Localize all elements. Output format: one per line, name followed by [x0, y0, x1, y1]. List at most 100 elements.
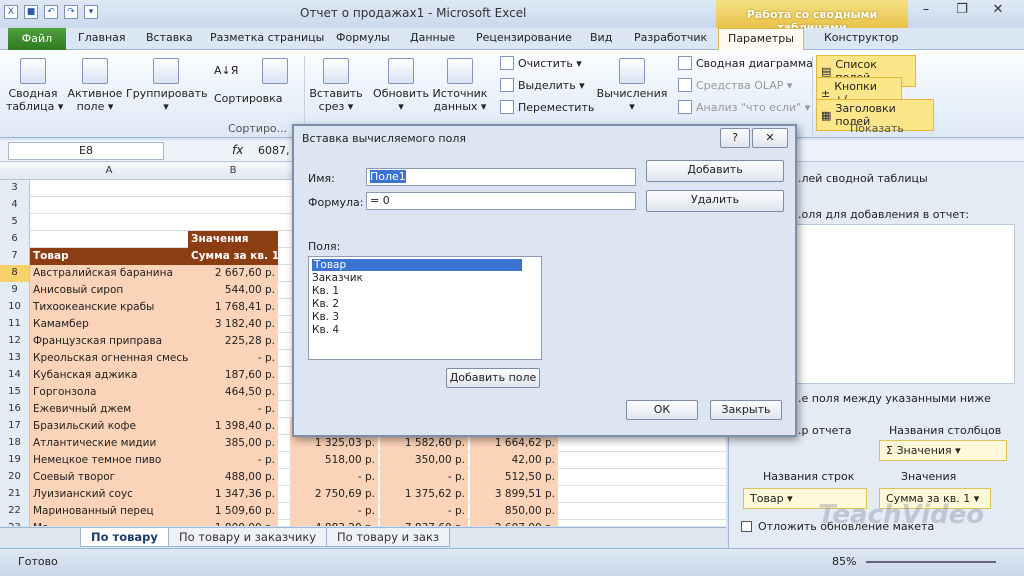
- select-button[interactable]: Выделить ▾: [500, 78, 585, 92]
- cell-value[interactable]: 1 664,62 р.: [470, 435, 558, 452]
- formula-input[interactable]: 6087,: [258, 144, 290, 157]
- name-combobox[interactable]: Поле1: [366, 168, 636, 186]
- cell-value[interactable]: 3 899,51 р.: [470, 486, 558, 503]
- cell-value[interactable]: 42,00 р.: [470, 452, 558, 469]
- field-list-box[interactable]: [789, 224, 1015, 384]
- cell-value[interactable]: - р.: [380, 469, 468, 486]
- zoom-level[interactable]: 85%: [832, 555, 856, 568]
- cell-value[interactable]: 518,00 р.: [290, 452, 378, 469]
- cell-q1-sum[interactable]: 3 182,40 р.: [188, 316, 278, 333]
- clear-button[interactable]: Очистить ▾: [500, 56, 582, 70]
- cell-product[interactable]: Соевый творог: [30, 469, 188, 486]
- tab-design[interactable]: Конструктор: [824, 31, 898, 44]
- tab-home[interactable]: Главная: [78, 31, 126, 44]
- row-number[interactable]: 13: [0, 350, 30, 367]
- cell-q1-sum[interactable]: 1 768,41 р.: [188, 299, 278, 316]
- delete-button[interactable]: Удалить: [646, 190, 784, 212]
- tab-review[interactable]: Рецензирование: [476, 31, 572, 44]
- tab-insert[interactable]: Вставка: [146, 31, 193, 44]
- row-number[interactable]: 7: [0, 248, 30, 265]
- cell-q1-sum[interactable]: Сумма за кв. 1: [188, 248, 278, 265]
- tab-formulas[interactable]: Формулы: [336, 31, 390, 44]
- cell-product[interactable]: [30, 231, 188, 248]
- add-field-button[interactable]: Добавить поле: [446, 368, 540, 388]
- cell-product[interactable]: Горгонзола: [30, 384, 188, 401]
- redo-icon[interactable]: ↷: [64, 5, 78, 19]
- cell-value[interactable]: 1 325,03 р.: [290, 435, 378, 452]
- row-number[interactable]: 16: [0, 401, 30, 418]
- list-item[interactable]: Кв. 3: [312, 311, 339, 323]
- cell-q1-sum[interactable]: 225,28 р.: [188, 333, 278, 350]
- cell-value[interactable]: 350,00 р.: [380, 452, 468, 469]
- cell-q1-sum[interactable]: 2 667,60 р.: [188, 265, 278, 282]
- list-item[interactable]: Заказчик: [312, 272, 363, 284]
- insert-slicer-button[interactable]: Вставить срез ▾: [306, 58, 366, 113]
- cell-product[interactable]: Мо...: [30, 520, 188, 526]
- tab-file[interactable]: Файл: [8, 28, 66, 50]
- pivot-chart-button[interactable]: Сводная диаграмма: [678, 56, 813, 70]
- add-button[interactable]: Добавить: [646, 160, 784, 182]
- cell-product[interactable]: Луизианский соус: [30, 486, 188, 503]
- name-box[interactable]: E8: [8, 142, 164, 160]
- group-button[interactable]: Группировать ▾: [126, 58, 208, 113]
- close-dialog-button[interactable]: Закрыть: [710, 400, 782, 420]
- cell-product[interactable]: [30, 180, 188, 197]
- cell-value[interactable]: - р.: [380, 503, 468, 520]
- sheet-tab-by-product-customer[interactable]: По товару и заказчику: [168, 528, 328, 547]
- pivot-table-button[interactable]: Сводная таблица ▾: [6, 58, 63, 113]
- cell-product[interactable]: Маринованный перец: [30, 503, 188, 520]
- cell-q1-sum[interactable]: 187,60 р.: [188, 367, 278, 384]
- cell-value[interactable]: 512,50 р.: [470, 469, 558, 486]
- cell-q1-sum[interactable]: [188, 197, 278, 214]
- cell-q1-sum[interactable]: 385,00 р.: [188, 435, 278, 452]
- row-number[interactable]: 4: [0, 197, 30, 214]
- list-item[interactable]: Товар: [312, 259, 522, 271]
- refresh-button[interactable]: Обновить ▾: [370, 58, 432, 113]
- row-number[interactable]: 10: [0, 299, 30, 316]
- cell-q1-sum[interactable]: - р.: [188, 350, 278, 367]
- excel-icon[interactable]: X: [4, 5, 18, 19]
- cell-product[interactable]: Атлантические мидии: [30, 435, 188, 452]
- cell-product[interactable]: [30, 214, 188, 231]
- cell-value[interactable]: 2 750,69 р.: [290, 486, 378, 503]
- customize-icon[interactable]: ▾: [84, 5, 98, 19]
- tab-options[interactable]: Параметры: [718, 28, 804, 51]
- cell-q1-sum[interactable]: [188, 214, 278, 231]
- cell-value[interactable]: - р.: [290, 469, 378, 486]
- cell-product[interactable]: Тихоокеанские крабы: [30, 299, 188, 316]
- sheet-tab-by-product[interactable]: По товару: [80, 528, 169, 547]
- ok-button[interactable]: ОК: [626, 400, 698, 420]
- data-source-button[interactable]: Источник данных ▾: [430, 58, 490, 113]
- row-number[interactable]: 8: [0, 265, 30, 282]
- cell-q1-sum[interactable]: Значения: [188, 231, 278, 248]
- save-icon[interactable]: ■: [24, 5, 38, 19]
- row-number[interactable]: 18: [0, 435, 30, 452]
- cell-product[interactable]: Товар: [30, 248, 188, 265]
- restore-button[interactable]: ❐: [944, 2, 980, 22]
- cell-q1-sum[interactable]: 1 347,36 р.: [188, 486, 278, 503]
- tab-view[interactable]: Вид: [590, 31, 612, 44]
- cell-q1-sum[interactable]: 464,50 р.: [188, 384, 278, 401]
- row-number[interactable]: 6: [0, 231, 30, 248]
- row-number[interactable]: 14: [0, 367, 30, 384]
- cell-q1-sum[interactable]: 488,00 р.: [188, 469, 278, 486]
- cell-q1-sum[interactable]: - р.: [188, 452, 278, 469]
- cell-product[interactable]: Бразильский кофе: [30, 418, 188, 435]
- olap-tools-button[interactable]: Средства OLAP ▾: [678, 78, 792, 92]
- cell-q1-sum[interactable]: 1 509,60 р.: [188, 503, 278, 520]
- sort-az-button[interactable]: А↓Я: [214, 64, 238, 77]
- cell-q1-sum[interactable]: - р.: [188, 401, 278, 418]
- row-number[interactable]: 19: [0, 452, 30, 469]
- row-number[interactable]: 17: [0, 418, 30, 435]
- cell-q1-sum[interactable]: [188, 180, 278, 197]
- row-number[interactable]: 15: [0, 384, 30, 401]
- column-header-b[interactable]: B: [188, 165, 278, 176]
- cell-q1-sum[interactable]: 1 800,00 р.: [188, 520, 278, 526]
- column-header-a[interactable]: A: [30, 165, 188, 176]
- sort-button[interactable]: [246, 58, 304, 87]
- tab-developer[interactable]: Разработчик: [634, 31, 707, 44]
- cell-product[interactable]: Анисовый сироп: [30, 282, 188, 299]
- cell-value[interactable]: 1 375,62 р.: [380, 486, 468, 503]
- active-field-button[interactable]: Активное поле ▾: [64, 58, 126, 113]
- values-chip[interactable]: Σ Значения ▾: [879, 440, 1007, 461]
